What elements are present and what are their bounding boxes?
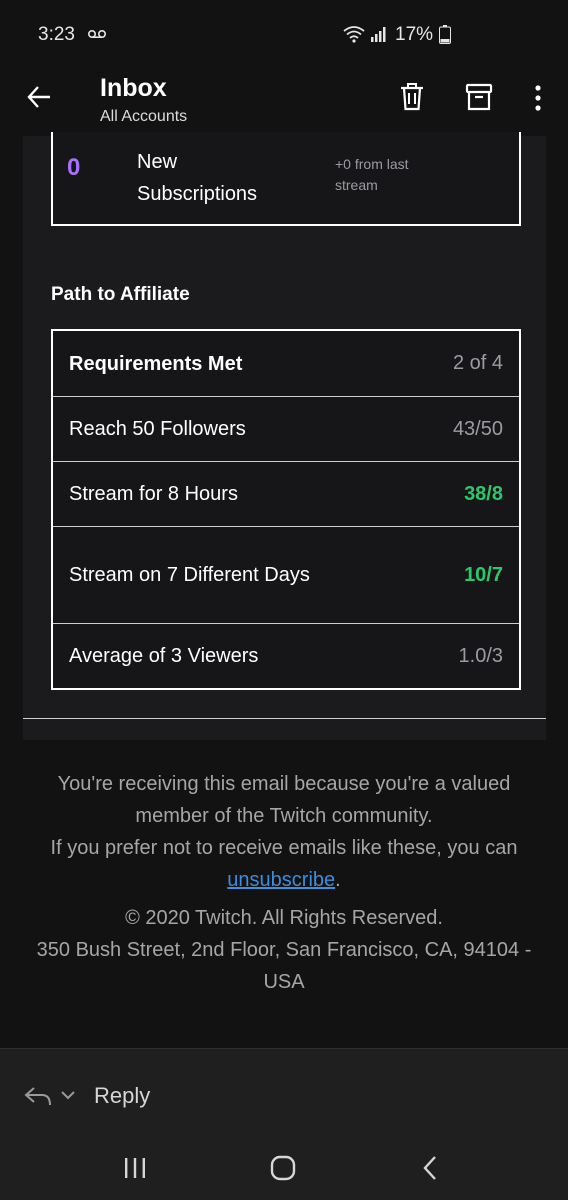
footer-address: 350 Bush Street, 2nd Floor, San Francisc… — [36, 939, 532, 993]
app-bar: Inbox All Accounts — [0, 70, 568, 136]
footer-unsubscribe-note: If you prefer not to receive emails like… — [30, 832, 538, 896]
table-row: Stream on 7 Different Days 10/7 — [53, 527, 519, 624]
nav-recents-icon[interactable] — [122, 1157, 148, 1179]
unsubscribe-link[interactable]: unsubscribe — [227, 869, 335, 891]
status-time: 3:23 — [38, 24, 75, 45]
footer-unsubscribe-suffix: . — [335, 869, 341, 891]
subscriptions-delta: +0 from last stream — [335, 156, 409, 193]
subscriptions-count: 0 — [67, 154, 81, 181]
table-row: Reach 50 Followers 43/50 — [53, 397, 519, 462]
requirement-label: Stream on 7 Different Days — [69, 564, 310, 586]
signal-icon — [371, 27, 386, 42]
table-row: Stream for 8 Hours 38/8 — [53, 462, 519, 527]
more-vertical-icon[interactable] — [528, 84, 548, 112]
table-row: Average of 3 Viewers 1.0/3 — [53, 624, 519, 688]
requirement-value: 10/7 — [464, 563, 503, 586]
footer-copyright: © 2020 Twitch. All Rights Reserved. — [125, 907, 443, 929]
requirement-value: 1.0/3 — [458, 644, 503, 667]
page-title: Inbox — [100, 74, 167, 102]
requirements-table: Requirements Met 2 of 4 Reach 50 Followe… — [51, 329, 521, 690]
requirement-value: 43/50 — [452, 417, 503, 440]
requirement-label: Requirements Met — [69, 352, 243, 375]
requirement-label: Average of 3 Viewers — [69, 645, 259, 667]
email-body: 0 New Subscriptions +0 from last stream … — [23, 132, 546, 740]
subscriptions-stat: 0 New Subscriptions +0 from last stream — [51, 132, 521, 226]
section-title: Path to Affiliate — [51, 284, 190, 305]
subscriptions-label: New Subscriptions — [137, 151, 258, 205]
reply-bar: Reply — [0, 1048, 568, 1200]
battery-percentage: 17% — [395, 24, 434, 45]
status-bar: 3:23 17% — [0, 0, 568, 70]
table-row: Requirements Met 2 of 4 — [53, 331, 519, 397]
requirement-value: 2 of 4 — [452, 352, 503, 374]
requirement-value: 38/8 — [464, 482, 503, 505]
voicemail-icon — [88, 30, 106, 38]
reply-icon[interactable] — [24, 1085, 52, 1107]
requirement-label: Stream for 8 Hours — [69, 483, 238, 505]
email-footer: You're receiving this email because you'… — [30, 768, 538, 998]
account-filter[interactable]: All Accounts — [100, 108, 187, 126]
footer-unsubscribe-prefix: If you prefer not to receive emails like… — [50, 837, 518, 859]
wifi-icon — [343, 26, 365, 43]
reply-button[interactable]: Reply — [94, 1083, 150, 1109]
requirement-label: Reach 50 Followers — [69, 418, 246, 440]
back-arrow-icon[interactable] — [26, 84, 52, 110]
footer-reason: You're receiving this email because you'… — [57, 773, 511, 827]
trash-icon[interactable] — [398, 82, 426, 112]
nav-home-icon[interactable] — [270, 1155, 296, 1181]
nav-back-icon[interactable] — [422, 1155, 438, 1181]
battery-icon — [439, 25, 451, 44]
divider — [23, 718, 546, 719]
archive-icon[interactable] — [465, 82, 493, 112]
chevron-down-icon[interactable] — [60, 1089, 76, 1101]
